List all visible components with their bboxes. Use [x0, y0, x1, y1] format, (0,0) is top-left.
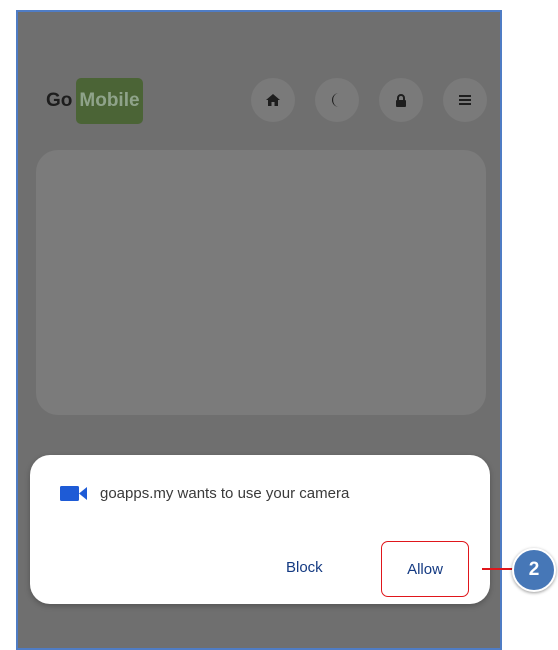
menu-button[interactable]	[443, 78, 487, 122]
content-card	[36, 150, 486, 415]
permission-message-text: goapps.my wants to use your camera	[100, 485, 350, 502]
dark-mode-button[interactable]	[315, 78, 359, 122]
permission-message: goapps.my wants to use your camera	[60, 485, 349, 502]
callout-connector	[482, 568, 514, 570]
block-button[interactable]: Block	[286, 559, 323, 576]
app-logo[interactable]: Go Mobile	[46, 78, 143, 124]
allow-button-label: Allow	[407, 560, 443, 578]
step-number-badge: 2	[512, 548, 556, 592]
phone-screen: Go Mobile goapps.my wants to use your ca…	[16, 10, 502, 650]
home-icon	[266, 94, 280, 106]
logo-go-text: Go	[46, 90, 73, 111]
lock-icon	[396, 93, 406, 107]
home-button[interactable]	[251, 78, 295, 122]
allow-button[interactable]: Allow	[381, 541, 469, 597]
lock-button[interactable]	[379, 78, 423, 122]
menu-icon	[459, 95, 471, 105]
logo-mobile-text: Mobile	[76, 78, 143, 124]
camera-permission-dialog: goapps.my wants to use your camera Block…	[30, 455, 490, 604]
video-camera-icon	[60, 486, 87, 501]
moon-icon	[332, 93, 339, 107]
